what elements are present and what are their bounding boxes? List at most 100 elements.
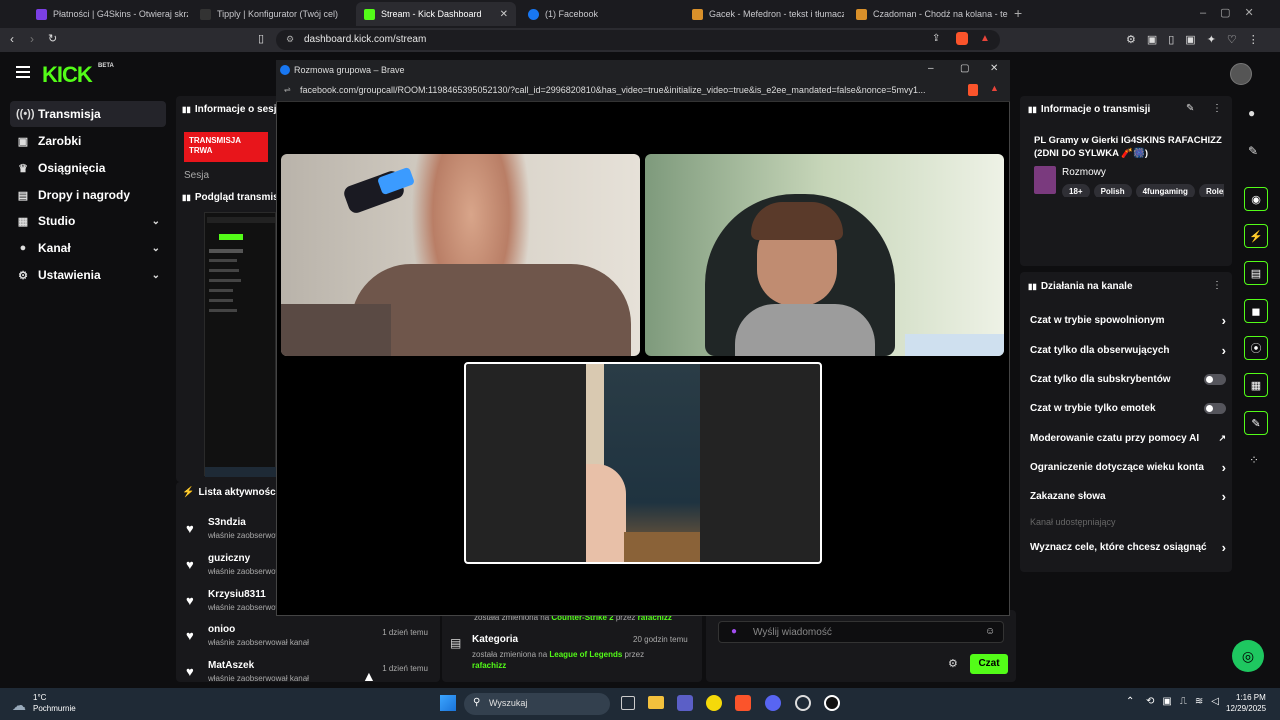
system-tray-icons[interactable]: ⟲▣⎍≋◁: [1146, 696, 1227, 707]
brave-rewards-icon[interactable]: ▲: [990, 83, 999, 93]
forward-icon[interactable]: ›: [30, 32, 34, 46]
event-text: została zmieniona na League of Legends p…: [472, 650, 645, 670]
edit-rail-icon[interactable]: ✎: [1248, 144, 1258, 158]
chevron-down-icon: ⌄: [151, 242, 160, 254]
tab-favicon-icon: [36, 8, 47, 20]
windows-start-icon[interactable]: [440, 695, 456, 711]
maximize-icon[interactable]: ▢: [960, 63, 969, 74]
reload-icon[interactable]: ↻: [48, 32, 57, 45]
browser-tab[interactable]: Czadoman - Chodź na kolana - tekst: [848, 2, 1008, 26]
sidebar-item-kanal[interactable]: ● Kanał ⌄: [10, 235, 166, 261]
wrench-rail-icon[interactable]: ✎: [1244, 411, 1268, 435]
lightning-rail-icon[interactable]: ⚡: [1244, 224, 1268, 248]
address-bar[interactable]: ⚙ dashboard.kick.com/stream ⇪ ▲: [276, 30, 1000, 50]
teams-icon[interactable]: [677, 695, 693, 711]
chevron-up-icon[interactable]: ⌃: [1126, 696, 1134, 707]
browser-tab[interactable]: Płatności | G4Skins - Otwieraj skrzynki: [28, 2, 188, 26]
site-info-icon[interactable]: ⚙: [286, 34, 294, 45]
document-rail-icon[interactable]: ▤: [1244, 261, 1268, 285]
sidebar-item-dropy[interactable]: ▤ Dropy i nagrody: [10, 182, 166, 208]
emote-icon[interactable]: ☺: [985, 626, 995, 637]
weather-desc: Pochmurnie: [33, 704, 76, 713]
sidebar-item-ustawienia[interactable]: ⚙ Ustawienia ⌄: [10, 262, 166, 288]
chevron-right-icon: ›: [1221, 539, 1226, 555]
browser-tab[interactable]: Tipply | Konfigurator (Twój cel): [192, 2, 352, 26]
more-options-icon[interactable]: ⋮: [1212, 103, 1222, 114]
microphone-icon[interactable]: ●: [731, 626, 737, 637]
popup-url: facebook.com/groupcall/ROOM:119846539505…: [300, 85, 926, 95]
edit-icon[interactable]: ✎: [1186, 103, 1194, 114]
kick-logo[interactable]: KICK: [42, 62, 93, 88]
setting-goals[interactable]: Wyznacz cele, które chcesz osiągnąć ›: [1030, 536, 1226, 558]
browser-tab-active[interactable]: Stream - Kick Dashboard ✕: [356, 2, 516, 26]
chat-send-button[interactable]: Czat: [970, 654, 1008, 674]
popup-address-bar: ⇌ facebook.com/groupcall/ROOM:1198465395…: [276, 80, 1010, 102]
chevron-right-icon: ›: [1221, 488, 1226, 504]
chat-settings-icon[interactable]: ⚙: [948, 657, 958, 670]
minimize-icon[interactable]: –: [928, 63, 934, 74]
sidebar-item-zarobki[interactable]: ▣ Zarobki: [10, 128, 166, 154]
sidebar-item-transmisja[interactable]: ((•)) Transmisja: [10, 101, 166, 127]
chat-input[interactable]: ● Wyślij wiadomość ☺: [718, 621, 1004, 643]
brave-icon[interactable]: [735, 695, 751, 711]
stream-category[interactable]: Rozmowy: [1062, 167, 1106, 178]
task-view-icon[interactable]: [621, 696, 635, 710]
setting-slow-mode[interactable]: Czat w trybie spowolnionym ›: [1030, 309, 1226, 331]
chevron-down-icon: ⌄: [151, 215, 160, 227]
heart-icon: ♥: [186, 521, 194, 536]
heart-icon: ♥: [186, 593, 194, 608]
kick-favicon-icon: [364, 8, 375, 20]
back-icon[interactable]: ‹: [10, 32, 14, 46]
window-controls[interactable]: –▢✕: [1200, 6, 1268, 19]
url-text: dashboard.kick.com/stream: [304, 34, 427, 45]
obs-icon[interactable]: [824, 695, 840, 711]
sidebar-item-studio[interactable]: ▦ Studio ⌄: [10, 208, 166, 234]
setting-account-age[interactable]: Ograniczenie dotyczące wieku konta ›: [1030, 456, 1226, 478]
grid-rail-icon[interactable]: ▦: [1244, 373, 1268, 397]
video-tile-participant-2[interactable]: [645, 154, 1004, 356]
chat-rail-icon[interactable]: ◼: [1244, 299, 1268, 323]
video-tile-self[interactable]: [464, 362, 822, 564]
chatgpt-icon[interactable]: [795, 695, 811, 711]
toggle-switch[interactable]: [1204, 403, 1226, 414]
new-tab-icon[interactable]: +: [1014, 5, 1022, 21]
info-icon: ▮▮: [182, 193, 191, 202]
live-badge: TRANSMISJA TRWA: [184, 132, 268, 162]
setting-ai-moderation[interactable]: Moderowanie czatu przy pomocy AI ↗: [1030, 427, 1226, 449]
file-explorer-icon[interactable]: [648, 696, 664, 709]
setting-banned-words[interactable]: Zakazane słowa ›: [1030, 485, 1226, 507]
browser-tab[interactable]: (1) Facebook: [520, 2, 680, 26]
setting-followers-only[interactable]: Czat tylko dla obserwujących ›: [1030, 339, 1226, 361]
stream-title: PL Gramy w Gierki IG4SKINS RAFACHIZZ (2D…: [1034, 135, 1222, 159]
event-time: 20 godzin temu: [633, 635, 688, 644]
browser-extensions[interactable]: ⚙▣▯▣✦♡⋮: [1126, 33, 1270, 46]
sidebar-item-osiagniecia[interactable]: ♛ Osiągnięcia: [10, 155, 166, 181]
discord-icon[interactable]: [765, 695, 781, 711]
apps-rail-icon[interactable]: ⁘: [1249, 453, 1259, 467]
bookmark-icon[interactable]: ▯: [258, 32, 264, 45]
taskbar-search[interactable]: ⚲ Wyszukaj: [464, 693, 610, 715]
brave-rewards-icon[interactable]: ▲: [980, 33, 990, 44]
close-tab-icon[interactable]: ✕: [500, 9, 508, 20]
share-icon[interactable]: ⇪: [932, 33, 940, 44]
brave-shields-icon[interactable]: [968, 84, 978, 96]
stream-preview[interactable]: [204, 212, 277, 477]
toggle-switch[interactable]: [1204, 374, 1226, 385]
session-label: Sesja: [184, 170, 210, 181]
close-icon[interactable]: ✕: [990, 63, 998, 74]
more-options-icon[interactable]: ⋮: [1212, 280, 1222, 291]
menu-icon[interactable]: [16, 66, 30, 78]
camera-rail-icon[interactable]: ◉: [1244, 187, 1268, 211]
avatar[interactable]: [1230, 63, 1252, 85]
mouse-cursor-icon: ▲: [362, 668, 376, 684]
video-tile-participant-1[interactable]: [281, 154, 640, 356]
broadcast-rail-icon[interactable]: ⦿: [1244, 336, 1268, 360]
info-rail-icon[interactable]: ●: [1248, 106, 1255, 120]
trophy-icon: ♛: [18, 162, 28, 175]
brave-shields-icon[interactable]: [956, 32, 968, 45]
clock-date[interactable]: 12/29/2025: [1226, 704, 1266, 713]
clock-time[interactable]: 1:16 PM: [1236, 693, 1266, 702]
snapchat-icon[interactable]: [706, 695, 722, 711]
browser-tab[interactable]: Gacek - Mefedron - tekst i tłumaczenie: [684, 2, 844, 26]
support-chat-icon[interactable]: ◎: [1232, 640, 1264, 672]
